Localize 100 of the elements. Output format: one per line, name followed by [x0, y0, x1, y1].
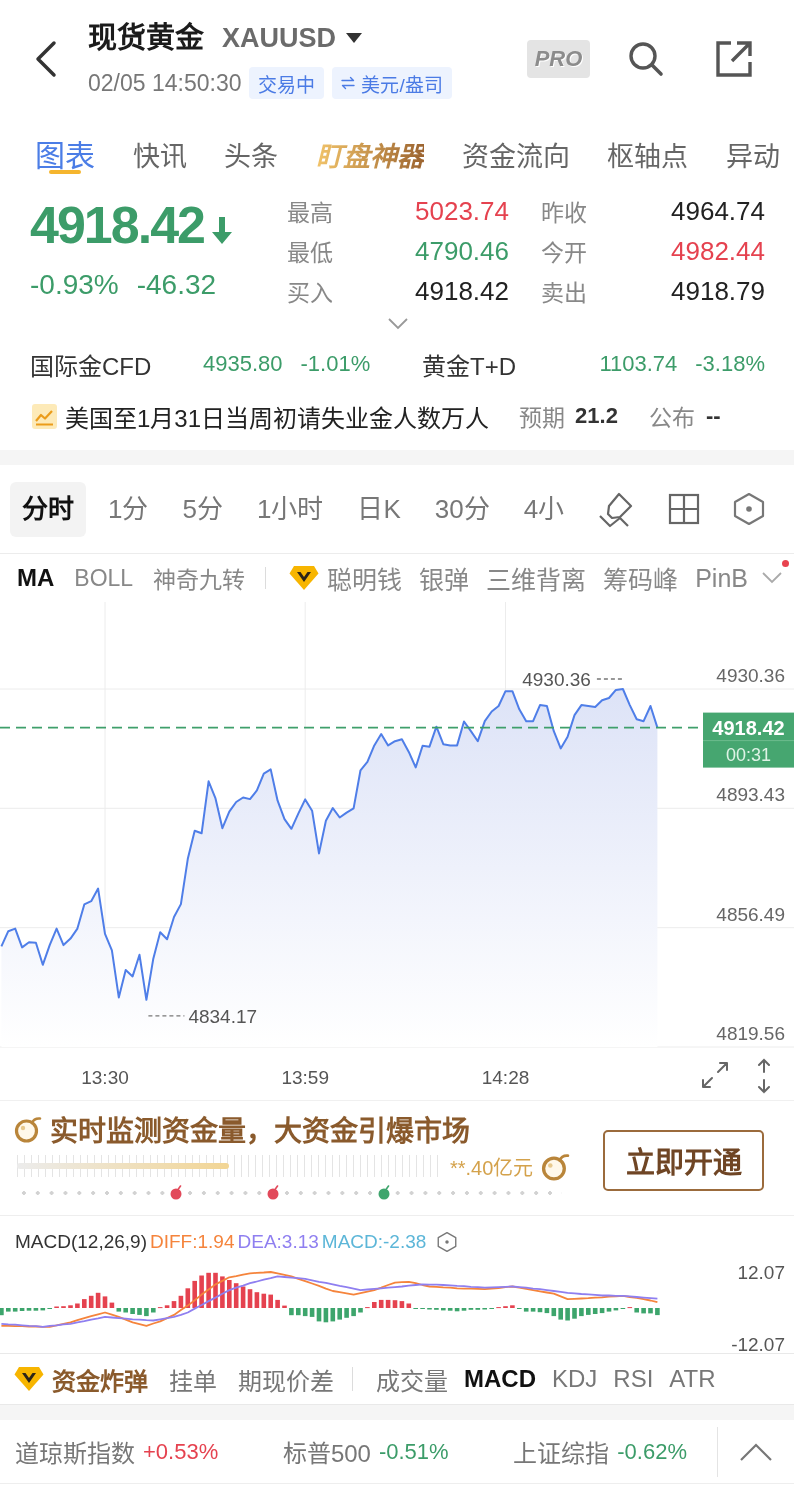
- histogram-bar: [68, 1305, 73, 1308]
- period-tab[interactable]: 5分: [170, 481, 235, 537]
- promo-title: 实时监测资金量，大资金引爆市场: [50, 1115, 470, 1149]
- low-price-label: 4834.17: [188, 1005, 258, 1027]
- histogram-bar: [75, 1303, 80, 1308]
- swap-icon: [341, 76, 356, 90]
- symbol-dropdown[interactable]: XAUUSD: [222, 19, 362, 57]
- index-name[interactable]: 道琼斯指数: [15, 1434, 135, 1469]
- indicator-tab[interactable]: MA: [17, 564, 55, 592]
- indicator-tab[interactable]: 聪明钱: [289, 560, 403, 596]
- histogram-bar: [199, 1275, 204, 1308]
- period-tab[interactable]: 1小时: [244, 481, 336, 537]
- feature-tab[interactable]: 资金炸弹: [14, 1361, 148, 1397]
- time-axis-label: 13:59: [281, 1067, 329, 1088]
- stat-label: 昨收: [540, 199, 588, 228]
- vertical-arrows-icon[interactable]: [756, 1058, 772, 1094]
- chevron-up-icon[interactable]: [740, 1442, 772, 1461]
- indicator-tab[interactable]: 筹码峰: [603, 560, 679, 596]
- forecast-value: 21.2: [575, 403, 618, 429]
- bomb-icon: [541, 1151, 571, 1181]
- indicator-tab[interactable]: MACD: [464, 1365, 536, 1393]
- period-tab[interactable]: 4小: [511, 481, 577, 537]
- index-change: -0.51%: [378, 1438, 449, 1465]
- tab[interactable]: 图表: [35, 110, 95, 185]
- indicator-tab[interactable]: 三维背离: [486, 560, 587, 596]
- search-icon[interactable]: [628, 41, 664, 77]
- stat-value: 4982.44: [670, 235, 765, 267]
- pro-button[interactable]: PRO: [527, 40, 590, 78]
- histogram-bar: [206, 1272, 211, 1308]
- period-tab[interactable]: 分时: [10, 481, 86, 537]
- indicator-tab[interactable]: BOLL: [74, 564, 134, 592]
- caret-icon: [346, 33, 362, 43]
- stat-label: 今开: [540, 239, 588, 268]
- tab[interactable]: 异动: [725, 110, 780, 185]
- indicator-tab[interactable]: 神奇九转: [153, 561, 246, 595]
- hexagon-icon[interactable]: [733, 492, 765, 526]
- indicator-tab[interactable]: KDJ: [552, 1365, 598, 1393]
- feature-tab[interactable]: 期现价差: [238, 1361, 334, 1397]
- feature-tab[interactable]: 挂单: [169, 1361, 217, 1397]
- expand-icon[interactable]: [700, 1060, 730, 1090]
- actual-label: 公布: [648, 404, 695, 433]
- market-change: -1.01%: [300, 351, 371, 377]
- stat-label: 卖出: [540, 279, 588, 308]
- back-icon[interactable]: [33, 40, 59, 78]
- histogram-bar: [220, 1276, 225, 1308]
- price-axis-label: 4930.36: [716, 665, 785, 686]
- period-tab[interactable]: 1分: [96, 481, 161, 537]
- share-icon[interactable]: [715, 40, 753, 78]
- indicator-tab[interactable]: ATR: [669, 1365, 716, 1393]
- stat-value: 4918.42: [414, 275, 509, 307]
- histogram-bar: [144, 1308, 149, 1317]
- index-name[interactable]: 标普500: [282, 1434, 371, 1469]
- indicator-tab[interactable]: RSI: [613, 1365, 654, 1393]
- histogram-bar: [130, 1308, 135, 1314]
- time-axis-label: 13:30: [81, 1067, 129, 1088]
- stat-label: 最高: [287, 199, 334, 228]
- market-price: 4935.80: [203, 351, 283, 377]
- histogram-bar: [282, 1305, 287, 1308]
- unit-switch-button[interactable]: 美元/盎司: [332, 67, 452, 99]
- tab[interactable]: 快讯: [132, 110, 187, 185]
- event-title[interactable]: 美国至1月31日当周初请失业金人数万人: [65, 398, 490, 434]
- market-price: 1103.74: [599, 351, 678, 377]
- histogram-bar: [579, 1308, 584, 1317]
- period-tab[interactable]: 日K: [345, 481, 413, 537]
- indicator-tab[interactable]: 成交量: [376, 1361, 448, 1397]
- indicator-tab[interactable]: 银弹: [419, 560, 470, 596]
- legend-value: DEA:3.13: [237, 1231, 319, 1253]
- stat-label: 最低: [287, 239, 334, 268]
- histogram-bar: [0, 1308, 4, 1316]
- tab[interactable]: 枢轴点: [607, 110, 689, 185]
- activate-button[interactable]: 立即开通: [603, 1129, 764, 1191]
- index-name[interactable]: 上证综指: [513, 1434, 610, 1469]
- stat-value: 4964.74: [670, 195, 765, 227]
- line-chart-icon: [32, 403, 57, 429]
- price-tag-value: 4918.42: [712, 716, 785, 739]
- histogram-bar: [648, 1308, 653, 1314]
- histogram-bar: [289, 1308, 294, 1316]
- histogram-bar: [641, 1308, 646, 1314]
- stat-label: 买入: [287, 279, 334, 308]
- tab[interactable]: 资金流向: [461, 110, 570, 185]
- time-axis-label: 14:28: [481, 1067, 530, 1088]
- market-change: -3.18%: [695, 351, 765, 377]
- status-badge: 交易中: [249, 67, 325, 99]
- histogram-bar: [358, 1308, 363, 1313]
- diamond-icon: [14, 1366, 44, 1392]
- indicator-tab[interactable]: PinB: [695, 563, 748, 593]
- tab[interactable]: 头条: [224, 110, 279, 185]
- period-tab[interactable]: 30分: [422, 481, 502, 537]
- change-value: -46.32: [136, 269, 217, 301]
- histogram-bar: [572, 1308, 577, 1319]
- hexagon-icon[interactable]: [437, 1231, 458, 1253]
- diamond-icon: [289, 565, 320, 591]
- chevron-down-icon[interactable]: [388, 318, 408, 330]
- grid-icon[interactable]: [668, 493, 700, 525]
- histogram-bar: [510, 1305, 515, 1308]
- stat-value: 4790.46: [414, 235, 509, 267]
- legend-value: DIFF:1.94: [150, 1231, 235, 1253]
- high-price-label: 4930.36: [522, 669, 591, 690]
- market-name: 黄金T+D: [422, 351, 516, 382]
- index-change: +0.53%: [143, 1438, 219, 1465]
